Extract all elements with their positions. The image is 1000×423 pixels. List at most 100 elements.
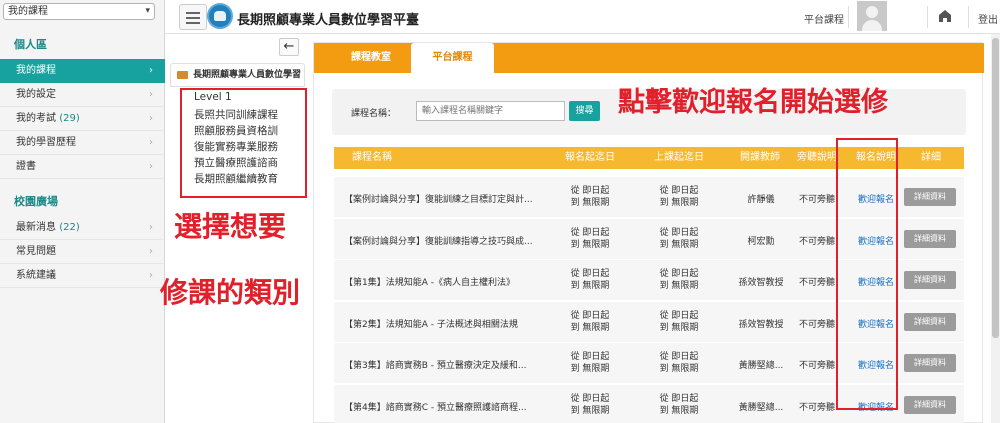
enroll-to: 到 無限期 <box>570 240 610 250</box>
sidebar-item-label: 常見問題 <box>16 246 56 257</box>
sidebar-item-label: 證書 <box>16 161 36 172</box>
teacher-name: 孫效智教授 <box>738 320 784 330</box>
menu-icon-bar <box>186 22 200 24</box>
enroll-to: 到 無限期 <box>570 323 610 333</box>
count-badge: (29) <box>59 113 80 124</box>
avatar[interactable] <box>857 1 887 31</box>
enroll-to: 到 無限期 <box>570 198 610 208</box>
collapse-arrow-icon[interactable]: ← <box>279 38 299 56</box>
search-label: 課程名稱： <box>351 109 397 119</box>
enroll-to: 到 無限期 <box>570 281 610 291</box>
class-from: 從 即日起 <box>659 186 699 196</box>
sidebar-item-label: 最新消息 <box>16 222 56 233</box>
sidebar-item-my-exams[interactable]: 我的考試 (29) › <box>0 107 165 131</box>
chevron-right-icon: › <box>149 246 153 257</box>
sidebar-item-label: 我的課程 <box>16 65 56 76</box>
section-campus: 校園廣場 <box>14 195 58 208</box>
scrollbar-thumb[interactable] <box>992 38 999 338</box>
class-to: 到 無限期 <box>659 364 699 374</box>
top-header: 長期照顧專業人員數位學習平臺 平台課程 登出 <box>165 0 1000 34</box>
chevron-down-icon: ▾ <box>145 6 150 16</box>
site-title: 長期照顧專業人員數位學習平臺 <box>237 13 420 28</box>
teacher-name: 孫效智教授 <box>738 278 784 288</box>
detail-button[interactable]: 詳細資料 <box>904 396 956 414</box>
logout-link[interactable]: 登出 <box>978 11 998 26</box>
class-to: 到 無限期 <box>659 323 699 333</box>
sidebar-item-my-courses[interactable]: 我的課程 › <box>0 59 165 83</box>
class-period: 從 即日起到 無限期 <box>649 351 709 375</box>
chevron-right-icon: › <box>149 65 153 76</box>
annotation-box-categories <box>180 88 307 198</box>
class-period: 從 即日起到 無限期 <box>649 268 709 292</box>
sidebar-item-label: 我的考試 <box>16 113 56 124</box>
chevron-right-icon: › <box>149 161 153 172</box>
chevron-right-icon: › <box>149 89 153 100</box>
detail-button[interactable]: 詳細資料 <box>904 230 956 248</box>
teacher-name: 柯宏勳 <box>747 237 775 247</box>
enroll-period: 從 即日起到 無限期 <box>560 310 620 334</box>
course-name[interactable]: 【案例討論與分享】復能訓練之目標訂定與計... <box>344 192 544 205</box>
tree-header-label: 長期照顧專業人員數位學習 <box>193 70 302 80</box>
enroll-period: 從 即日起到 無限期 <box>560 227 620 251</box>
detail-button[interactable]: 詳細資料 <box>904 313 956 331</box>
sidebar-item-label: 我的學習歷程 <box>16 137 76 148</box>
detail-button[interactable]: 詳細資料 <box>904 354 956 372</box>
menu-icon <box>186 12 200 14</box>
enroll-period: 從 即日起到 無限期 <box>560 393 620 417</box>
search-input[interactable] <box>416 101 565 121</box>
class-period: 從 即日起到 無限期 <box>649 393 709 417</box>
sidebar-item-my-history[interactable]: 我的學習歷程 › <box>0 131 165 155</box>
course-name[interactable]: 【第1集】法規知能A -《病人自主權利法》 <box>344 275 544 288</box>
class-to: 到 無限期 <box>659 198 699 208</box>
sidebar-item-label: 我的設定 <box>16 89 56 100</box>
header-divider <box>848 6 849 28</box>
class-period: 從 即日起到 無限期 <box>649 185 709 209</box>
detail-button[interactable]: 詳細資料 <box>904 271 956 289</box>
teacher-name: 許靜儀 <box>747 195 775 205</box>
tab-bar: 課程教室 平台課程 <box>314 43 984 73</box>
class-from: 從 即日起 <box>659 269 699 279</box>
class-period: 從 即日起到 無限期 <box>649 310 709 334</box>
course-name[interactable]: 【案例討論與分享】復能訓練指導之技巧與成... <box>344 234 544 247</box>
course-name[interactable]: 【第2集】法規知能A - 子法概述與相關法規 <box>344 317 544 330</box>
sidebar-item-certificate[interactable]: 證書 › <box>0 155 165 179</box>
count-badge: (22) <box>59 222 80 233</box>
enroll-from: 從 即日起 <box>570 352 610 362</box>
logo-icon <box>207 3 233 29</box>
chevron-right-icon: › <box>149 270 153 281</box>
enroll-to: 到 無限期 <box>570 406 610 416</box>
home-icon[interactable] <box>938 9 952 23</box>
enroll-period: 從 即日起到 無限期 <box>560 268 620 292</box>
tab-course-classroom[interactable]: 課程教室 <box>332 43 410 73</box>
class-to: 到 無限期 <box>659 240 699 250</box>
class-from: 從 即日起 <box>659 311 699 321</box>
sidebar: 我的課程 ▾ 個人區 我的課程 › 我的設定 › 我的考試 (29) › 我的學… <box>0 0 165 423</box>
course-name[interactable]: 【第4集】諮商實務C - 預立醫療照護諮商程... <box>344 400 544 413</box>
class-from: 從 即日起 <box>659 394 699 404</box>
sidebar-item-news[interactable]: 最新消息 (22) › <box>0 216 165 240</box>
column-header: 課程名稱 <box>352 152 392 163</box>
sidebar-item-suggestions[interactable]: 系統建議 › <box>0 264 165 288</box>
enroll-from: 從 即日起 <box>570 186 610 196</box>
tab-platform-courses[interactable]: 平台課程 <box>411 43 494 73</box>
course-select[interactable]: 我的課程 ▾ <box>3 3 155 20</box>
annotation-category-hint-1: 選擇想要 <box>174 210 287 243</box>
menu-button[interactable] <box>179 4 207 30</box>
annotation-enroll-hint: 點擊歡迎報名開始選修 <box>618 87 888 118</box>
sidebar-item-my-settings[interactable]: 我的設定 › <box>0 83 165 107</box>
annotation-box-enroll <box>836 138 898 410</box>
chevron-right-icon: › <box>149 137 153 148</box>
enroll-from: 從 即日起 <box>570 269 610 279</box>
sidebar-item-faq[interactable]: 常見問題 › <box>0 240 165 264</box>
search-button[interactable]: 搜尋 <box>569 101 600 121</box>
page-scrollbar[interactable] <box>991 34 1000 423</box>
platform-courses-link[interactable]: 平台課程 <box>804 11 844 26</box>
menu-icon-bar <box>186 17 200 19</box>
tree-header: 長期照顧專業人員數位學習 <box>170 63 305 87</box>
header-divider <box>968 6 969 28</box>
enroll-period: 從 即日起到 無限期 <box>560 185 620 209</box>
course-name[interactable]: 【第3集】諮商實務B - 預立醫療決定及緩和... <box>344 358 544 371</box>
detail-button[interactable]: 詳細資料 <box>904 188 956 206</box>
sidebar-item-label: 系統建議 <box>16 270 56 281</box>
app-root: 我的課程 ▾ 個人區 我的課程 › 我的設定 › 我的考試 (29) › 我的學… <box>0 0 1000 423</box>
